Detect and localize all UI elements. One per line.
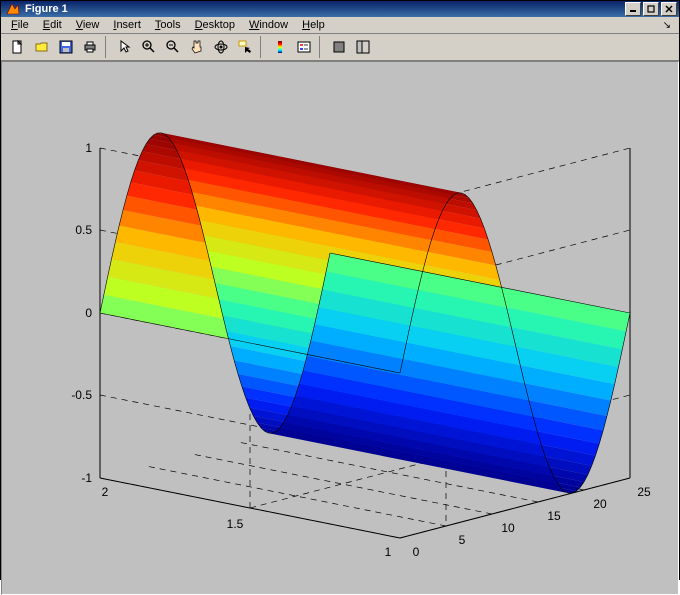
pointer-button[interactable]: [114, 36, 136, 58]
maximize-button[interactable]: [643, 2, 659, 16]
menu-edit[interactable]: Edit: [37, 17, 68, 33]
zoom-in-button[interactable]: [138, 36, 160, 58]
menu-desktop[interactable]: Desktop: [189, 17, 241, 33]
insert-colorbar-button[interactable]: [269, 36, 291, 58]
window-controls: [625, 2, 677, 16]
menu-bar: File Edit View Insert Tools Desktop Wind…: [1, 17, 679, 34]
menu-view[interactable]: View: [70, 17, 106, 33]
close-button[interactable]: [661, 2, 677, 16]
y-tick: 1.5: [227, 517, 244, 531]
rotate-3d-button[interactable]: [210, 36, 232, 58]
toolbar-group-file: [5, 36, 106, 58]
y-tick: 1: [385, 545, 392, 559]
z-tick: 1: [85, 141, 92, 155]
zoom-out-button[interactable]: [162, 36, 184, 58]
save-button[interactable]: [55, 36, 77, 58]
open-file-button[interactable]: [31, 36, 53, 58]
x-tick: 10: [501, 521, 515, 535]
z-tick: 0.5: [75, 223, 92, 237]
x-tick: 5: [459, 533, 466, 547]
y-tick: 2: [102, 485, 109, 499]
title-bar[interactable]: Figure 1: [1, 1, 679, 17]
figure-window: Figure 1 File Edit View Insert Tools Des…: [0, 0, 680, 580]
menu-help[interactable]: Help: [296, 17, 331, 33]
surface-plot: -1 -0.5 0 0.5 1 2 1.5 1 0 5 10 15 20: [20, 78, 660, 578]
toolbar: [1, 34, 679, 61]
menu-window[interactable]: Window: [243, 17, 294, 33]
menu-insert[interactable]: Insert: [107, 17, 147, 33]
toolbar-group-dock: [326, 36, 378, 58]
z-tick: -1: [81, 471, 92, 485]
minimize-button[interactable]: [625, 2, 641, 16]
toolbar-group-annotate: [267, 36, 320, 58]
menu-tools[interactable]: Tools: [149, 17, 187, 33]
menu-file[interactable]: File: [5, 17, 35, 33]
pan-button[interactable]: [186, 36, 208, 58]
hide-tools-button[interactable]: [328, 36, 350, 58]
print-button[interactable]: [79, 36, 101, 58]
dock-figure-button[interactable]: [352, 36, 374, 58]
figure-canvas-area: -1 -0.5 0 0.5 1 2 1.5 1 0 5 10 15 20: [1, 61, 679, 595]
new-file-button[interactable]: [7, 36, 29, 58]
x-tick: 0: [413, 545, 420, 559]
insert-legend-button[interactable]: [293, 36, 315, 58]
x-tick: 20: [593, 497, 607, 511]
data-cursor-button[interactable]: [234, 36, 256, 58]
axes-3d[interactable]: -1 -0.5 0 0.5 1 2 1.5 1 0 5 10 15 20: [18, 78, 662, 578]
window-title: Figure 1: [25, 3, 625, 15]
x-tick: 15: [547, 509, 561, 523]
z-tick: -0.5: [71, 388, 92, 402]
dock-corner-icon[interactable]: ↘: [663, 20, 671, 31]
x-tick: 25: [637, 485, 651, 499]
z-tick: 0: [85, 306, 92, 320]
matlab-app-icon: [5, 1, 21, 17]
toolbar-group-explore: [112, 36, 261, 58]
